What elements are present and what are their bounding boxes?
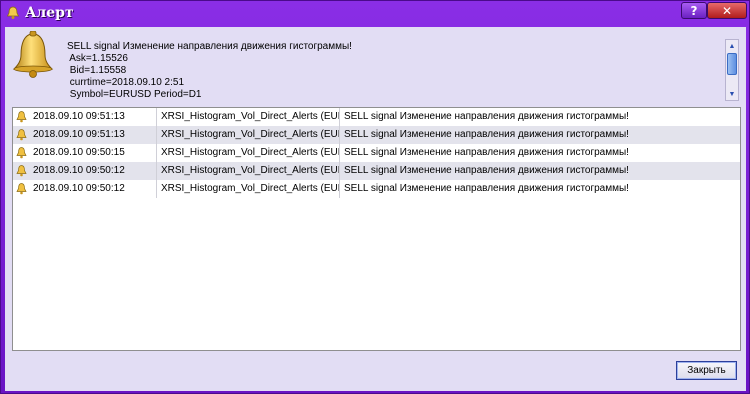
scroll-thumb[interactable]	[727, 53, 737, 75]
alert-text: SELL signal Изменение направления движен…	[344, 165, 629, 176]
close-window-button[interactable]: ✕	[707, 2, 747, 19]
alert-message-panel: SELL signal Изменение направления движен…	[57, 35, 741, 105]
alert-text: SELL signal Изменение направления движен…	[344, 129, 629, 140]
dialog-body: SELL signal Изменение направления движен…	[5, 27, 746, 391]
alerts-list[interactable]: 2018.09.10 09:51:13 XRSI_Histogram_Vol_D…	[12, 107, 741, 351]
alert-time: 2018.09.10 09:50:15	[15, 144, 157, 162]
alert-expert: XRSI_Histogram_Vol_Direct_Alerts (EUR...	[158, 126, 340, 144]
bell-icon	[12, 31, 54, 78]
alert-time: 2018.09.10 09:51:13	[15, 108, 157, 126]
alert-text: SELL signal Изменение направления движен…	[344, 147, 629, 158]
message-line: Symbol=EURUSD Period=D1	[67, 89, 202, 100]
alert-row[interactable]: 2018.09.10 09:50:12 XRSI_Histogram_Vol_D…	[13, 180, 740, 198]
alert-expert: XRSI_Histogram_Vol_Direct_Alerts (EUR...	[158, 162, 340, 180]
title-bar[interactable]: Алерт ? ✕	[1, 1, 749, 27]
help-button[interactable]: ?	[681, 2, 707, 19]
alert-row[interactable]: 2018.09.10 09:51:13 XRSI_Histogram_Vol_D…	[13, 126, 740, 144]
alert-expert: XRSI_Histogram_Vol_Direct_Alerts (EUR...	[158, 180, 340, 198]
alert-time: 2018.09.10 09:50:12	[15, 180, 157, 198]
alert-text: SELL signal Изменение направления движен…	[344, 111, 629, 122]
bell-icon	[6, 6, 20, 19]
alert-row[interactable]: 2018.09.10 09:50:12 XRSI_Histogram_Vol_D…	[13, 162, 740, 180]
scroll-down-icon[interactable]: ▼	[726, 88, 738, 100]
alert-time: 2018.09.10 09:50:12	[15, 162, 157, 180]
scroll-up-icon[interactable]: ▲	[726, 40, 738, 52]
message-scrollbar[interactable]: ▲ ▼	[725, 39, 739, 101]
window-title: Алерт	[25, 5, 74, 21]
message-line: Bid=1.15558	[67, 65, 127, 76]
alert-text: SELL signal Изменение направления движен…	[344, 183, 629, 194]
alert-row[interactable]: 2018.09.10 09:51:13 XRSI_Histogram_Vol_D…	[13, 108, 740, 126]
alert-expert: XRSI_Histogram_Vol_Direct_Alerts (EUR...	[158, 108, 340, 126]
alert-row[interactable]: 2018.09.10 09:50:15 XRSI_Histogram_Vol_D…	[13, 144, 740, 162]
message-line: SELL signal Изменение направления движен…	[67, 41, 352, 52]
close-button[interactable]: Закрыть	[676, 361, 737, 380]
alert-expert: XRSI_Histogram_Vol_Direct_Alerts (EUR...	[158, 144, 340, 162]
message-line: currtime=2018.09.10 2:51	[67, 77, 185, 88]
alert-message-text: SELL signal Изменение направления движен…	[67, 41, 352, 101]
message-line: Ask=1.15526	[67, 53, 128, 64]
alert-time: 2018.09.10 09:51:13	[15, 126, 157, 144]
alert-window: Алерт ? ✕ SELL signal Изменение направле…	[0, 0, 750, 394]
